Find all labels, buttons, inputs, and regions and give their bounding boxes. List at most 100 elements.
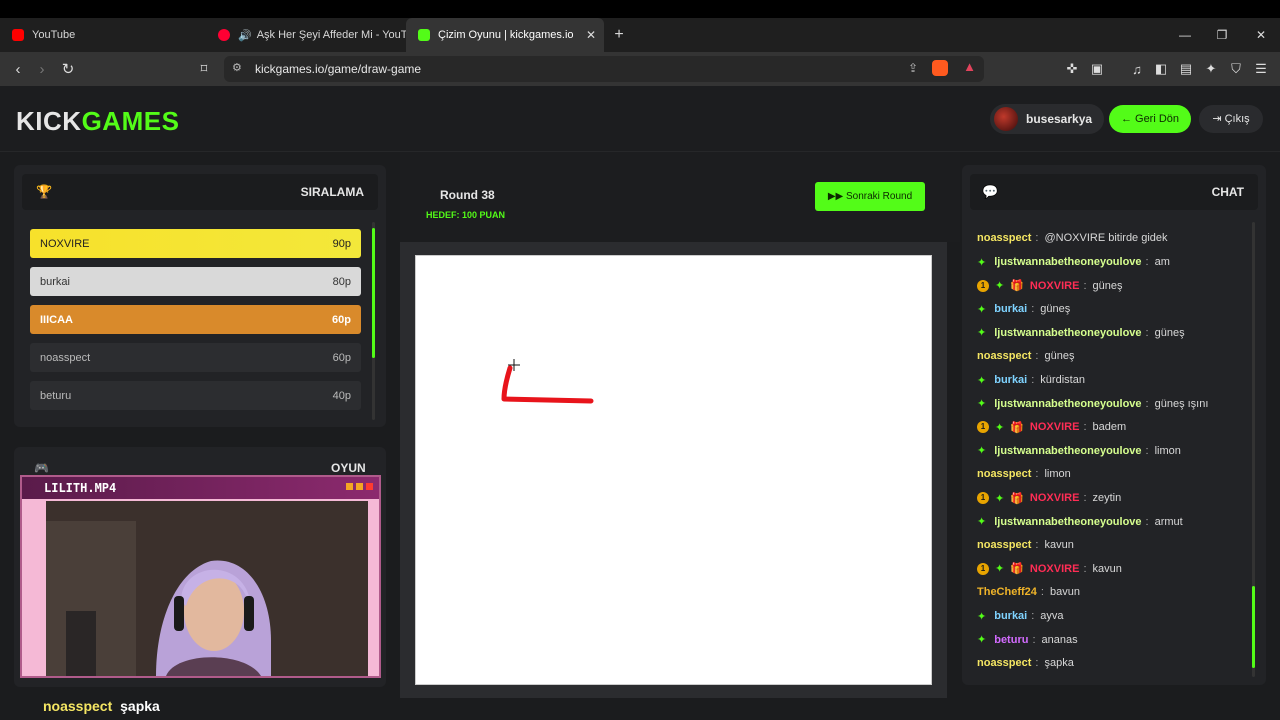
chat-text: güneş: [1040, 303, 1071, 316]
close-window-icon[interactable]: ✕: [1242, 18, 1280, 52]
back-icon[interactable]: ‹: [6, 52, 30, 86]
chat-text: ananas: [1041, 633, 1078, 646]
bookmark-icon[interactable]: ⌑: [192, 52, 216, 86]
chat-username[interactable]: NOXVIRE: [1030, 421, 1080, 433]
chat-username[interactable]: beturu: [994, 634, 1028, 646]
chat-text: armut: [1154, 515, 1183, 528]
canvas-drawing: [501, 359, 594, 404]
chat-message: ✦ ljustwannabetheoneyoulove: güneş ışını: [977, 397, 1208, 411]
gift-badge-icon: 🎁: [1010, 280, 1024, 293]
webcam-titlebar: LILITH.MP4: [22, 477, 379, 499]
chat-message: ✦ ljustwannabetheoneyoulove: limon: [977, 444, 1181, 458]
chat-username[interactable]: ljustwannabetheoneyoulove: [994, 445, 1141, 457]
menu-icon[interactable]: ☰: [1250, 52, 1272, 86]
rank-row-1: NOXVIRE 90p: [30, 229, 361, 258]
brave-rewards-icon[interactable]: ▲: [963, 59, 976, 74]
url-bar[interactable]: ⚙ kickgames.io/game/draw-game ⇪ ▲: [224, 56, 984, 82]
chat-username[interactable]: burkai: [994, 303, 1027, 315]
sidebar-icon[interactable]: ◧: [1150, 52, 1172, 86]
sub-badge-icon: 1: [977, 492, 989, 505]
back-button[interactable]: ← Geri Dön: [1109, 105, 1191, 133]
chat-separator: :: [1035, 232, 1039, 244]
chat-message: noasspect: limon: [977, 468, 1071, 480]
address-bar-row: ‹ › ↻ ⌑ ⚙ kickgames.io/game/draw-game ⇪ …: [0, 52, 1280, 86]
rank-score: 40p: [332, 389, 351, 402]
new-tab-button[interactable]: +: [604, 18, 634, 52]
verified-badge-icon: ✦: [995, 563, 1005, 576]
chat-username[interactable]: noasspect: [977, 232, 1031, 244]
rank-name: NOXVIRE: [40, 237, 90, 250]
chat-separator: :: [1145, 397, 1149, 410]
chat-username[interactable]: noasspect: [977, 468, 1031, 480]
site-info-icon[interactable]: ⚙: [232, 61, 242, 74]
chat-message: noasspect: @NOXVIRE bitirde gidek: [977, 232, 1168, 244]
chat-text: bavun: [1049, 586, 1080, 598]
chat-message: ✦ ljustwannabetheoneyoulove: armut: [977, 515, 1183, 529]
trophy-icon: 🏆: [36, 184, 53, 199]
chat-username[interactable]: ljustwannabetheoneyoulove: [994, 398, 1141, 410]
restore-icon[interactable]: ❐: [1203, 18, 1241, 52]
chat-username[interactable]: burkai: [994, 374, 1027, 386]
close-tab-icon[interactable]: ✕: [586, 28, 596, 42]
chat-text: kavun: [1044, 538, 1074, 551]
chat-username[interactable]: ljustwannabetheoneyoulove: [994, 256, 1141, 268]
chat-username[interactable]: burkai: [994, 610, 1027, 622]
chat-separator: :: [1145, 326, 1149, 339]
webcam-title: LILITH.MP4: [44, 481, 117, 495]
chat-message: noasspect: şapka: [977, 657, 1074, 669]
tab-kickgames[interactable]: Çizim Oyunu | kickgames.io ✕: [406, 18, 604, 52]
chat-username[interactable]: ljustwannabetheoneyoulove: [994, 327, 1141, 339]
gift-badge-icon: 🎁: [1010, 563, 1024, 576]
extensions-icon[interactable]: ✜: [1061, 52, 1083, 86]
chat-message: ✦ burkai: güneş: [977, 303, 1070, 316]
chat-separator: :: [1145, 444, 1149, 457]
tab-youtube-song[interactable]: 🔊 Aşk Her Şeyi Affeder Mi - YouTub: [206, 18, 406, 52]
rank-name: burkai: [40, 275, 70, 288]
chat-scroll-thumb[interactable]: [1252, 586, 1255, 668]
chat-message: 1 ✦ 🎁 NOXVIRE: kavun: [977, 562, 1122, 575]
wallet-icon[interactable]: ▤: [1175, 52, 1197, 86]
chat-separator: :: [1040, 586, 1044, 598]
chat-message: ✦ ljustwannabetheoneyoulove: güneş: [977, 326, 1185, 340]
chat-username[interactable]: NOXVIRE: [1030, 280, 1080, 292]
chat-text: limon: [1044, 468, 1071, 480]
username: busesarkya: [1026, 112, 1093, 126]
next-round-button[interactable]: ▶▶ Sonraki Round: [815, 182, 925, 211]
chat-username[interactable]: ljustwannabetheoneyoulove: [994, 516, 1141, 528]
fast-forward-icon: ▶▶: [827, 191, 846, 202]
sub-badge-icon: 1: [977, 279, 989, 292]
chat-text: @NOXVIRE bitirde gidek: [1044, 232, 1168, 244]
url-text: kickgames.io/game/draw-game: [255, 62, 422, 76]
chat-separator: :: [1083, 279, 1087, 292]
minimize-icon[interactable]: —: [1166, 18, 1204, 52]
leo-ai-icon[interactable]: ✦: [1200, 52, 1222, 86]
chat-separator: :: [1145, 256, 1149, 269]
forward-icon[interactable]: ›: [30, 52, 54, 86]
reload-icon[interactable]: ↻: [56, 52, 80, 86]
chat-text: ayva: [1040, 610, 1064, 623]
leaderboard-scroll-thumb[interactable]: [372, 228, 375, 358]
kickgames-logo[interactable]: KICKGAMES: [16, 106, 179, 137]
chat-username[interactable]: NOXVIRE: [1030, 492, 1080, 504]
verified-badge-icon: ✦: [977, 634, 987, 647]
vpn-icon[interactable]: ⛉: [1225, 52, 1247, 86]
chat-message: 1 ✦ 🎁 NOXVIRE: zeytin: [977, 492, 1121, 505]
drawing-canvas[interactable]: [415, 255, 932, 685]
rank-name: IIICAA: [40, 313, 73, 326]
tab-youtube[interactable]: YouTube: [0, 18, 206, 52]
user-profile[interactable]: busesarkya: [990, 104, 1105, 134]
youtube-music-favicon-icon: [218, 29, 230, 41]
rank-name: noasspect: [40, 351, 91, 364]
chat-username[interactable]: noasspect: [977, 657, 1031, 669]
brave-shields-icon[interactable]: [932, 60, 948, 76]
share-icon[interactable]: ⇪: [908, 61, 918, 75]
chat-separator: :: [1031, 610, 1035, 623]
chat-username[interactable]: NOXVIRE: [1030, 563, 1080, 575]
screenshot-icon[interactable]: ▣: [1086, 52, 1108, 86]
logout-button[interactable]: ⇥ Çıkış: [1199, 105, 1263, 133]
chat-username[interactable]: TheCheff24: [977, 586, 1037, 598]
verified-badge-icon: ✦: [977, 398, 987, 411]
chat-username[interactable]: noasspect: [977, 350, 1031, 362]
music-icon[interactable]: ♫: [1126, 52, 1148, 86]
chat-username[interactable]: noasspect: [977, 539, 1031, 551]
